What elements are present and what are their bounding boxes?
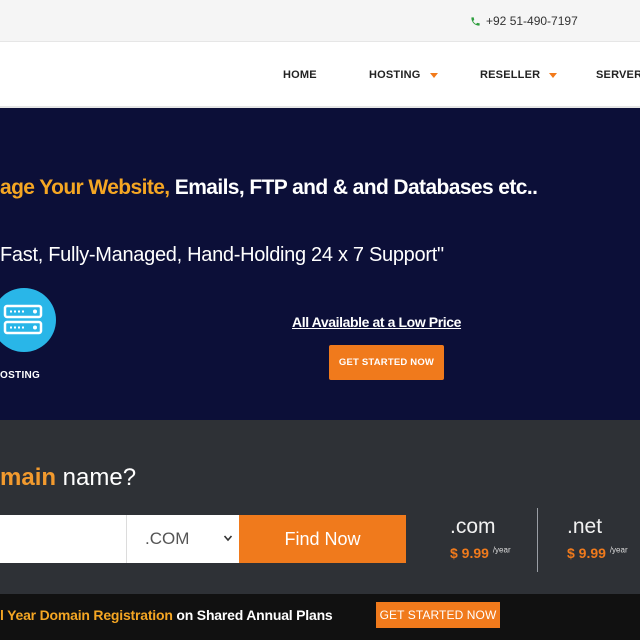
promo-strip: l Year Domain Registration on Shared Ann… xyxy=(0,594,640,640)
domain-title-rest: name? xyxy=(56,464,137,491)
promo-get-started-button[interactable]: GET STARTED NOW xyxy=(376,602,500,628)
price-divider xyxy=(537,508,538,572)
nav-home[interactable]: HOME xyxy=(283,69,317,81)
nav-reseller[interactable]: RESELLER xyxy=(480,69,558,81)
hosting-badge xyxy=(0,288,56,352)
promo-highlight: l Year Domain Registration xyxy=(0,607,173,623)
hero-headline: age Your Website, Emails, FTP and & and … xyxy=(0,176,538,200)
hero-banner: age Your Website, Emails, FTP and & and … xyxy=(0,108,640,420)
promo-rest: on Shared Annual Plans xyxy=(172,607,333,623)
phone-number: +92 51-490-7197 xyxy=(486,14,578,28)
phone-icon xyxy=(471,16,480,26)
price-amount: $ 9.99 xyxy=(450,545,489,561)
tld-price-com: .com $ 9.99 /year xyxy=(450,515,511,561)
domain-title: main name? xyxy=(0,464,136,492)
hero-subline: Fast, Fully-Managed, Hand-Holding 24 x 7… xyxy=(0,244,444,266)
availability-link[interactable]: All Available at a Low Price xyxy=(292,314,461,330)
find-now-button[interactable]: Find Now xyxy=(239,515,406,563)
tld-ext: .com xyxy=(450,515,496,538)
caret-down-icon xyxy=(429,72,438,78)
hero-get-started-button[interactable]: GET STARTED NOW xyxy=(329,345,444,380)
tld-select[interactable]: .COM xyxy=(126,515,239,563)
hero-headline-rest: Emails, FTP and & and Databases etc.. xyxy=(174,176,538,199)
chevron-down-icon xyxy=(223,535,233,542)
phone-contact[interactable]: +92 51-490-7197 xyxy=(470,14,578,28)
domain-search-input[interactable] xyxy=(0,515,126,563)
tld-price-net: .net $ 9.99 /year xyxy=(567,515,628,561)
nav-hosting-label: HOSTING xyxy=(369,69,421,81)
nav-server-label: SERVER xyxy=(596,69,640,81)
hero-headline-highlight: age Your Website, xyxy=(0,176,170,199)
caret-down-icon xyxy=(549,72,558,78)
nav-server[interactable]: SERVER xyxy=(596,69,640,81)
nav-hosting[interactable]: HOSTING xyxy=(369,69,438,81)
top-bar: +92 51-490-7197 xyxy=(0,0,640,42)
nav-reseller-label: RESELLER xyxy=(480,69,541,81)
nav-home-label: HOME xyxy=(283,69,317,81)
price-period: /year xyxy=(609,545,628,555)
promo-text: l Year Domain Registration on Shared Ann… xyxy=(0,607,333,623)
price-amount: $ 9.99 xyxy=(567,545,606,561)
domain-search-section: main name? .COM Find Now .com $ 9.99 /ye… xyxy=(0,420,640,594)
tld-ext: .net xyxy=(567,515,603,538)
server-icon xyxy=(3,304,43,335)
hosting-label: OSTING xyxy=(0,370,41,381)
tld-selected-value: .COM xyxy=(145,529,190,548)
main-navbar: HOME HOSTING RESELLER SERVER xyxy=(0,42,640,108)
domain-title-highlight: main xyxy=(0,464,57,491)
price-period: /year xyxy=(492,545,511,555)
tld-price-value: $ 9.99 /year xyxy=(567,545,628,561)
tld-price-value: $ 9.99 /year xyxy=(450,545,511,561)
